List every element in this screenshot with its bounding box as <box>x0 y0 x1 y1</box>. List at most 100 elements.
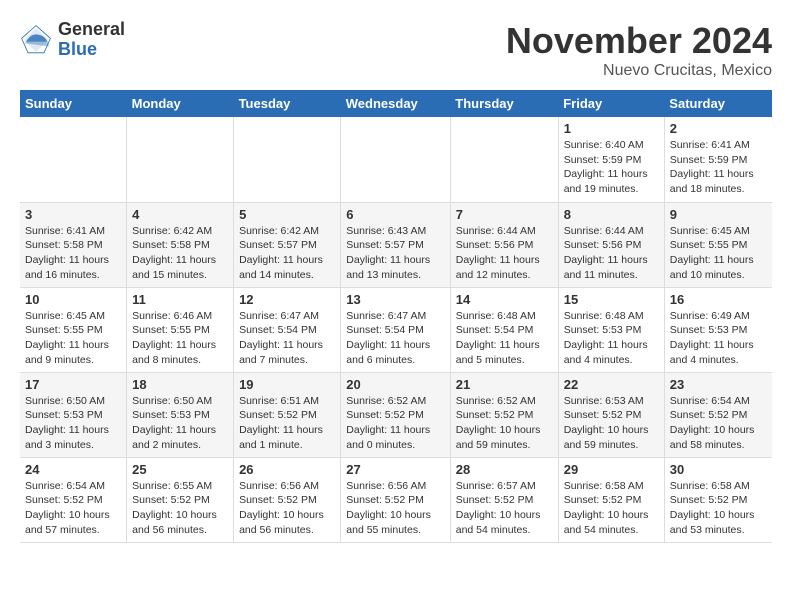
calendar-cell <box>450 117 558 202</box>
calendar-cell: 7Sunrise: 6:44 AMSunset: 5:56 PMDaylight… <box>450 202 558 287</box>
calendar-cell: 5 Sunrise: 6:42 AMSunset: 5:57 PMDaylight… <box>234 202 341 287</box>
week-row-4: 17 Sunrise: 6:50 AMSunset: 5:53 PMDayligh… <box>20 372 772 457</box>
day-info: Sunrise: 6:55 AMSunset: 5:52 PMDaylight:… <box>132 479 228 538</box>
day-info: Sunrise: 6:47 AMSunset: 5:54 PMDaylight:… <box>346 309 444 368</box>
day-number: 10 <box>25 292 121 307</box>
day-info: Sunrise: 6:57 AMSunset: 5:52 PMDaylight:… <box>456 479 553 538</box>
calendar-cell: 2Sunrise: 6:41 AMSunset: 5:59 PMDaylight… <box>664 117 772 202</box>
day-number: 9 <box>670 207 767 222</box>
calendar-cell: 30Sunrise: 6:58 AMSunset: 5:52 PMDayligh… <box>664 457 772 542</box>
weekday-header-saturday: Saturday <box>664 90 772 117</box>
calendar-cell: 20Sunrise: 6:52 AMSunset: 5:52 PMDayligh… <box>341 372 450 457</box>
day-info: Sunrise: 6:53 AMSunset: 5:52 PMDaylight:… <box>564 394 659 453</box>
calendar-cell <box>127 117 234 202</box>
calendar-cell <box>341 117 450 202</box>
day-number: 25 <box>132 462 228 477</box>
day-number: 21 <box>456 377 553 392</box>
day-number: 24 <box>25 462 121 477</box>
day-info: Sunrise: 6:40 AMSunset: 5:59 PMDaylight:… <box>564 138 659 197</box>
calendar-cell: 18 Sunrise: 6:50 AMSunset: 5:53 PMDayligh… <box>127 372 234 457</box>
day-number: 30 <box>670 462 767 477</box>
day-number: 8 <box>564 207 659 222</box>
day-number: 29 <box>564 462 659 477</box>
day-number: 15 <box>564 292 659 307</box>
day-number: 20 <box>346 377 444 392</box>
calendar-cell <box>20 117 127 202</box>
location: Nuevo Crucitas, Mexico <box>506 62 772 80</box>
day-info: Sunrise: 6:52 AMSunset: 5:52 PMDaylight:… <box>456 394 553 453</box>
day-info: Sunrise: 6:43 AMSunset: 5:57 PMDaylight:… <box>346 224 444 283</box>
day-number: 1 <box>564 121 659 136</box>
day-number: 28 <box>456 462 553 477</box>
calendar-cell: 13 Sunrise: 6:47 AMSunset: 5:54 PMDayligh… <box>341 287 450 372</box>
day-number: 27 <box>346 462 444 477</box>
weekday-header-friday: Friday <box>558 90 664 117</box>
week-row-2: 3 Sunrise: 6:41 AMSunset: 5:58 PMDaylight… <box>20 202 772 287</box>
page-header: General Blue November 2024 Nuevo Crucita… <box>20 20 772 80</box>
week-row-5: 24 Sunrise: 6:54 AMSunset: 5:52 PMDayligh… <box>20 457 772 542</box>
day-number: 22 <box>564 377 659 392</box>
logo-text: General Blue <box>58 20 125 60</box>
logo-icon <box>20 24 52 56</box>
calendar-cell: 15 Sunrise: 6:48 AMSunset: 5:53 PMDayligh… <box>558 287 664 372</box>
weekday-header-sunday: Sunday <box>20 90 127 117</box>
day-info: Sunrise: 6:48 AMSunset: 5:54 PMDaylight:… <box>456 309 553 368</box>
day-number: 7 <box>456 207 553 222</box>
calendar-cell: 4 Sunrise: 6:42 AMSunset: 5:58 PMDaylight… <box>127 202 234 287</box>
day-info: Sunrise: 6:48 AMSunset: 5:53 PMDaylight:… <box>564 309 659 368</box>
day-number: 17 <box>25 377 121 392</box>
day-number: 11 <box>132 292 228 307</box>
day-number: 18 <box>132 377 228 392</box>
day-info: Sunrise: 6:42 AMSunset: 5:58 PMDaylight:… <box>132 224 228 283</box>
calendar-cell: 8 Sunrise: 6:44 AMSunset: 5:56 PMDaylight… <box>558 202 664 287</box>
day-info: Sunrise: 6:58 AMSunset: 5:52 PMDaylight:… <box>564 479 659 538</box>
day-info: Sunrise: 6:49 AMSunset: 5:53 PMDaylight:… <box>670 309 767 368</box>
day-info: Sunrise: 6:56 AMSunset: 5:52 PMDaylight:… <box>346 479 444 538</box>
day-info: Sunrise: 6:51 AMSunset: 5:52 PMDaylight:… <box>239 394 335 453</box>
calendar-cell: 25 Sunrise: 6:55 AMSunset: 5:52 PMDayligh… <box>127 457 234 542</box>
calendar-cell: 10 Sunrise: 6:45 AMSunset: 5:55 PMDayligh… <box>20 287 127 372</box>
calendar-cell: 22 Sunrise: 6:53 AMSunset: 5:52 PMDayligh… <box>558 372 664 457</box>
calendar-cell: 29 Sunrise: 6:58 AMSunset: 5:52 PMDayligh… <box>558 457 664 542</box>
day-number: 19 <box>239 377 335 392</box>
title-block: November 2024 Nuevo Crucitas, Mexico <box>506 20 772 80</box>
logo-blue-text: Blue <box>58 40 125 60</box>
day-info: Sunrise: 6:50 AMSunset: 5:53 PMDaylight:… <box>25 394 121 453</box>
logo-general-text: General <box>58 20 125 40</box>
calendar-cell: 12Sunrise: 6:47 AMSunset: 5:54 PMDayligh… <box>234 287 341 372</box>
day-info: Sunrise: 6:45 AMSunset: 5:55 PMDaylight:… <box>25 309 121 368</box>
day-number: 16 <box>670 292 767 307</box>
day-info: Sunrise: 6:54 AMSunset: 5:52 PMDaylight:… <box>25 479 121 538</box>
day-number: 23 <box>670 377 767 392</box>
logo: General Blue <box>20 20 125 60</box>
day-info: Sunrise: 6:46 AMSunset: 5:55 PMDaylight:… <box>132 309 228 368</box>
calendar-cell: 24 Sunrise: 6:54 AMSunset: 5:52 PMDayligh… <box>20 457 127 542</box>
calendar-cell: 27 Sunrise: 6:56 AMSunset: 5:52 PMDayligh… <box>341 457 450 542</box>
day-info: Sunrise: 6:42 AMSunset: 5:57 PMDaylight:… <box>239 224 335 283</box>
calendar-cell: 1 Sunrise: 6:40 AMSunset: 5:59 PMDaylight… <box>558 117 664 202</box>
day-info: Sunrise: 6:56 AMSunset: 5:52 PMDaylight:… <box>239 479 335 538</box>
day-number: 5 <box>239 207 335 222</box>
weekday-header-monday: Monday <box>127 90 234 117</box>
calendar-cell: 23 Sunrise: 6:54 AMSunset: 5:52 PMDayligh… <box>664 372 772 457</box>
weekday-header-thursday: Thursday <box>450 90 558 117</box>
day-info: Sunrise: 6:45 AMSunset: 5:55 PMDaylight:… <box>670 224 767 283</box>
calendar-table: SundayMondayTuesdayWednesdayThursdayFrid… <box>20 90 772 543</box>
calendar-cell: 14 Sunrise: 6:48 AMSunset: 5:54 PMDayligh… <box>450 287 558 372</box>
day-info: Sunrise: 6:41 AMSunset: 5:58 PMDaylight:… <box>25 224 121 283</box>
day-number: 4 <box>132 207 228 222</box>
day-info: Sunrise: 6:54 AMSunset: 5:52 PMDaylight:… <box>670 394 767 453</box>
weekday-header-tuesday: Tuesday <box>234 90 341 117</box>
calendar-cell <box>234 117 341 202</box>
day-number: 13 <box>346 292 444 307</box>
day-number: 3 <box>25 207 121 222</box>
calendar-cell: 16 Sunrise: 6:49 AMSunset: 5:53 PMDayligh… <box>664 287 772 372</box>
day-info: Sunrise: 6:50 AMSunset: 5:53 PMDaylight:… <box>132 394 228 453</box>
calendar-cell: 19 Sunrise: 6:51 AMSunset: 5:52 PMDayligh… <box>234 372 341 457</box>
weekday-header-row: SundayMondayTuesdayWednesdayThursdayFrid… <box>20 90 772 117</box>
day-info: Sunrise: 6:44 AMSunset: 5:56 PMDaylight:… <box>564 224 659 283</box>
day-number: 14 <box>456 292 553 307</box>
month-title: November 2024 <box>506 20 772 62</box>
calendar-cell: 17 Sunrise: 6:50 AMSunset: 5:53 PMDayligh… <box>20 372 127 457</box>
day-info: Sunrise: 6:41 AMSunset: 5:59 PMDaylight:… <box>670 138 767 197</box>
